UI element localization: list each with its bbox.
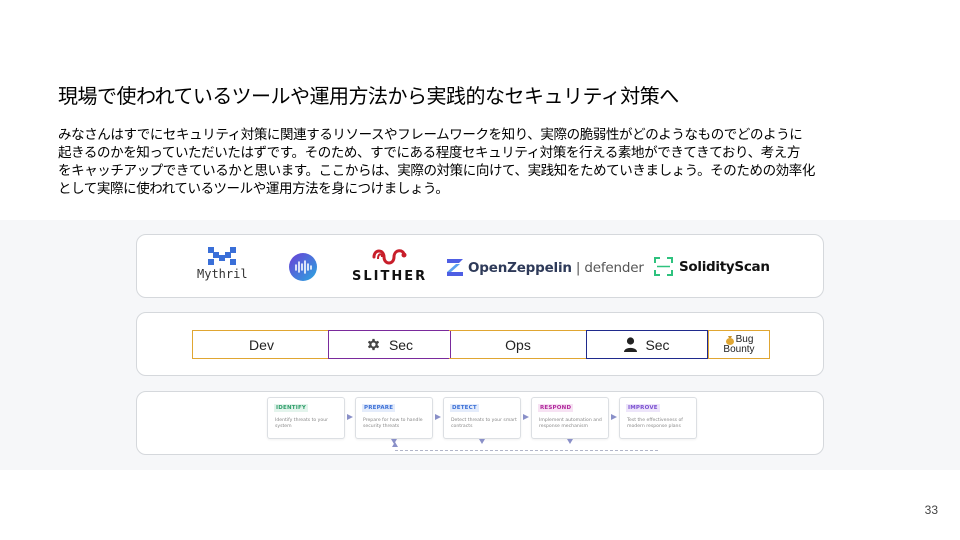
sec-label-2: Sec (645, 336, 670, 353)
slither-label: SLITHER (352, 269, 428, 284)
process-step-identify: IDENTIFY Identify threats to your system (267, 397, 345, 439)
loop-arrow-up-icon (392, 442, 398, 447)
mythril-logo-icon (208, 247, 237, 265)
bug-label-line1: Bug (735, 333, 754, 345)
ops-segment: Ops (449, 330, 587, 359)
openzeppelin-name: OpenZeppelin (468, 259, 572, 276)
process-step-prepare: PREPARE Prepare for how to handle securit… (355, 397, 433, 439)
body-line: 起きるのかを知っていただいたはずです。そのため、すでにある程度セキュリティ対策を… (58, 145, 800, 161)
solidityscan-frame-logo-icon (654, 257, 673, 276)
process-step-tag: DETECT (450, 404, 479, 412)
arrow-right-icon (435, 414, 441, 420)
arrow-right-icon (347, 414, 353, 420)
process-step-desc: Identify threats to your system (275, 418, 328, 429)
process-step-desc: Test the effectiveness of modern respons… (627, 418, 683, 429)
openzeppelin-suffix: defender (584, 259, 644, 276)
solidityscan-logo: SolidityScan (654, 257, 770, 276)
arrow-right-icon (611, 414, 617, 420)
wave-circle-logo (289, 253, 317, 281)
arrow-down-icon (566, 439, 573, 444)
sec-segment-1: Sec (328, 330, 451, 359)
process-step-desc: Implement automation and response mechan… (539, 418, 602, 429)
gear-icon (366, 337, 381, 352)
slither-snake-logo-icon (372, 249, 407, 265)
devsecops-card: Dev Sec Ops Sec Bug Bounty (136, 312, 824, 376)
person-icon (624, 337, 638, 352)
openzeppelin-defender-logo: OpenZeppelin | defender (447, 259, 644, 276)
arrow-right-icon (523, 414, 529, 420)
arrow-down-icon (478, 439, 485, 444)
body-line: をキャッチアップできているかと思います。ここからは、実際の対策に向けて、実践知を… (58, 163, 815, 179)
process-step-tag: PREPARE (362, 404, 396, 412)
loop-dashed-line (395, 450, 658, 451)
tools-card: Mythril SLITHER OpenZeppelin | defender … (136, 234, 824, 298)
bug-label-line2: Bounty (723, 343, 755, 355)
body-line: みなさんはすでにセキュリティ対策に関連するリソースやフレームワークを知り、実際の… (58, 127, 803, 143)
mythril-label: Mythril (197, 267, 248, 281)
process-card: IDENTIFY Identify threats to your system P… (136, 391, 824, 455)
solidityscan-name: SolidityScan (679, 258, 770, 275)
wave-circle-logo-icon (289, 253, 317, 281)
money-bag-icon (725, 335, 735, 345)
body-line: として実際に使われているツールや運用方法を身につけましょう。 (58, 181, 449, 197)
process-step-detect: DETECT Detect threats to your smart contr… (443, 397, 521, 439)
sec-segment-2: Sec (586, 330, 708, 359)
page-number: 33 (924, 503, 938, 517)
slither-logo: SLITHER (352, 247, 427, 284)
process-step-tag: IMPROVE (626, 404, 660, 412)
ops-label: Ops (505, 336, 531, 353)
process-step-respond: RESPOND Implement automation and response… (531, 397, 609, 439)
process-step-tag: RESPOND (538, 404, 574, 412)
dev-label: Dev (249, 336, 274, 353)
process-step-desc: Detect threats to your smart contracts (451, 418, 517, 429)
slide-body: みなさんはすでにセキュリティ対策に関連するリソースやフレームワークを知り、実際の… (58, 126, 908, 198)
dev-segment: Dev (192, 330, 330, 359)
bug-bounty-segment: Bug Bounty (708, 330, 770, 359)
slide-title: 現場で使われているツールや運用方法から実践的なセキュリティ対策へ (58, 84, 679, 108)
process-step-desc: Prepare for how to handle security threa… (363, 418, 423, 429)
mythril-logo: Mythril (197, 247, 248, 281)
process-step-tag: IDENTIFY (274, 404, 309, 412)
openzeppelin-separator: | (575, 259, 581, 276)
process-step-improve: IMPROVE Test the effectiveness of modern … (619, 397, 697, 439)
openzeppelin-z-logo-icon (447, 259, 463, 276)
sec-label-1: Sec (388, 336, 414, 353)
